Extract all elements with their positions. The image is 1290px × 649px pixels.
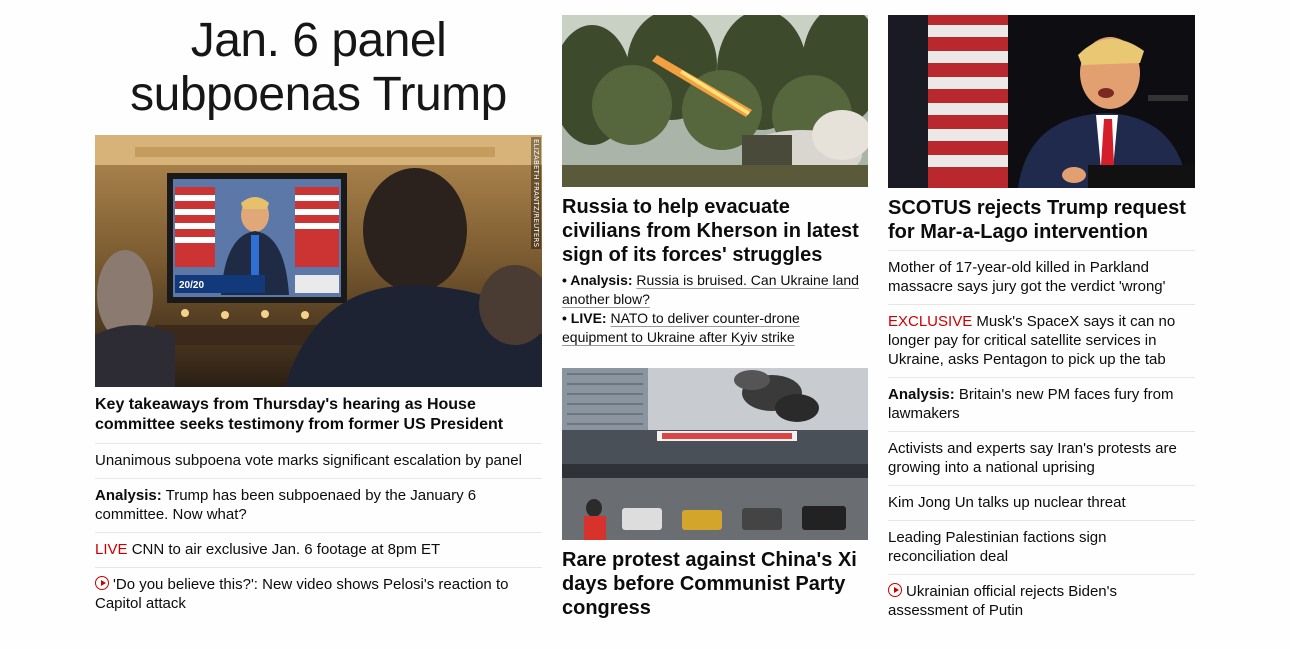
lead-related-list: Unanimous subpoena vote marks significan… (95, 443, 542, 621)
russia-kherson-headline[interactable]: Russia to help evacuate civilians from K… (562, 195, 868, 267)
list-item[interactable]: Unanimous subpoena vote marks significan… (95, 443, 542, 478)
banner-line-2[interactable]: subpoenas Trump (95, 68, 542, 122)
list-item[interactable]: • Analysis: Russia is bruised. Can Ukrai… (562, 271, 868, 309)
list-item-text[interactable]: Ukrainian official rejects Biden's asses… (888, 583, 1117, 619)
list-item[interactable]: Leading Palestinian factions sign reconc… (888, 520, 1195, 574)
right-related-list: Mother of 17-year-old killed in Parkland… (888, 250, 1195, 628)
china-protest-headline[interactable]: Rare protest against China's Xi days bef… (562, 548, 868, 620)
list-item[interactable]: Mother of 17-year-old killed in Parkland… (888, 250, 1195, 304)
screen-caption: 20/20 (179, 280, 204, 291)
list-item[interactable]: • LIVE: NATO to deliver counter-drone eq… (562, 309, 868, 347)
russia-related-list: • Analysis: Russia is bruised. Can Ukrai… (562, 271, 868, 347)
banner-headline[interactable]: Jan. 6 panel subpoenas Trump (95, 14, 542, 122)
list-item-text[interactable]: Mother of 17-year-old killed in Parkland… (888, 259, 1166, 295)
rocket-launch-photo[interactable] (562, 15, 868, 187)
list-item-text[interactable]: 'Do you believe this?': New video shows … (95, 576, 508, 612)
list-item[interactable]: EXCLUSIVE Musk's SpaceX says it can no l… (888, 304, 1195, 377)
right-column: SCOTUS rejects Trump request for Mar-a-L… (888, 0, 1195, 628)
china-protest-photo[interactable] (562, 368, 868, 540)
list-item[interactable]: 'Do you believe this?': New video shows … (95, 567, 542, 621)
lead-story-headline[interactable]: Key takeaways from Thursday's hearing as… (95, 395, 542, 435)
scotus-headline[interactable]: SCOTUS rejects Trump request for Mar-a-L… (888, 196, 1195, 244)
list-item-text[interactable]: CNN to air exclusive Jan. 6 footage at 8… (132, 541, 440, 558)
middle-column: Russia to help evacuate civilians from K… (562, 0, 868, 624)
list-item[interactable]: Activists and experts say Iran's protest… (888, 431, 1195, 485)
play-circle-icon (888, 583, 902, 597)
list-item[interactable]: Analysis: Trump has been subpoenaed by t… (95, 478, 542, 532)
list-item-text[interactable]: Leading Palestinian factions sign reconc… (888, 529, 1106, 565)
banner-line-1[interactable]: Jan. 6 panel (95, 14, 542, 68)
list-item[interactable]: Ukrainian official rejects Biden's asses… (888, 574, 1195, 628)
analysis-label: Analysis: (95, 487, 162, 504)
list-item[interactable]: Kim Jong Un talks up nuclear threat (888, 485, 1195, 520)
analysis-label: • Analysis: (562, 272, 633, 288)
list-item[interactable]: LIVE CNN to air exclusive Jan. 6 footage… (95, 532, 542, 567)
hearing-photo[interactable]: 20/20 ELIZABETH FRANTZ/REUTERS (95, 135, 542, 387)
list-item-text[interactable]: Activists and experts say Iran's protest… (888, 440, 1177, 476)
lead-column: Jan. 6 panel subpoenas Trump 20/20 ELIZA… (95, 0, 542, 621)
photo-credit: ELIZABETH FRANTZ/REUTERS (531, 137, 541, 250)
live-label: • LIVE: (562, 310, 607, 326)
trump-rally-photo[interactable] (888, 15, 1195, 188)
list-item-text[interactable]: Unanimous subpoena vote marks significan… (95, 452, 522, 469)
play-circle-icon (95, 576, 109, 590)
analysis-label: Analysis: (888, 386, 955, 403)
list-item[interactable]: Analysis: Britain's new PM faces fury fr… (888, 377, 1195, 431)
list-item-text[interactable]: Kim Jong Un talks up nuclear threat (888, 494, 1126, 511)
exclusive-label: EXCLUSIVE (888, 313, 973, 330)
live-label: LIVE (95, 541, 128, 558)
